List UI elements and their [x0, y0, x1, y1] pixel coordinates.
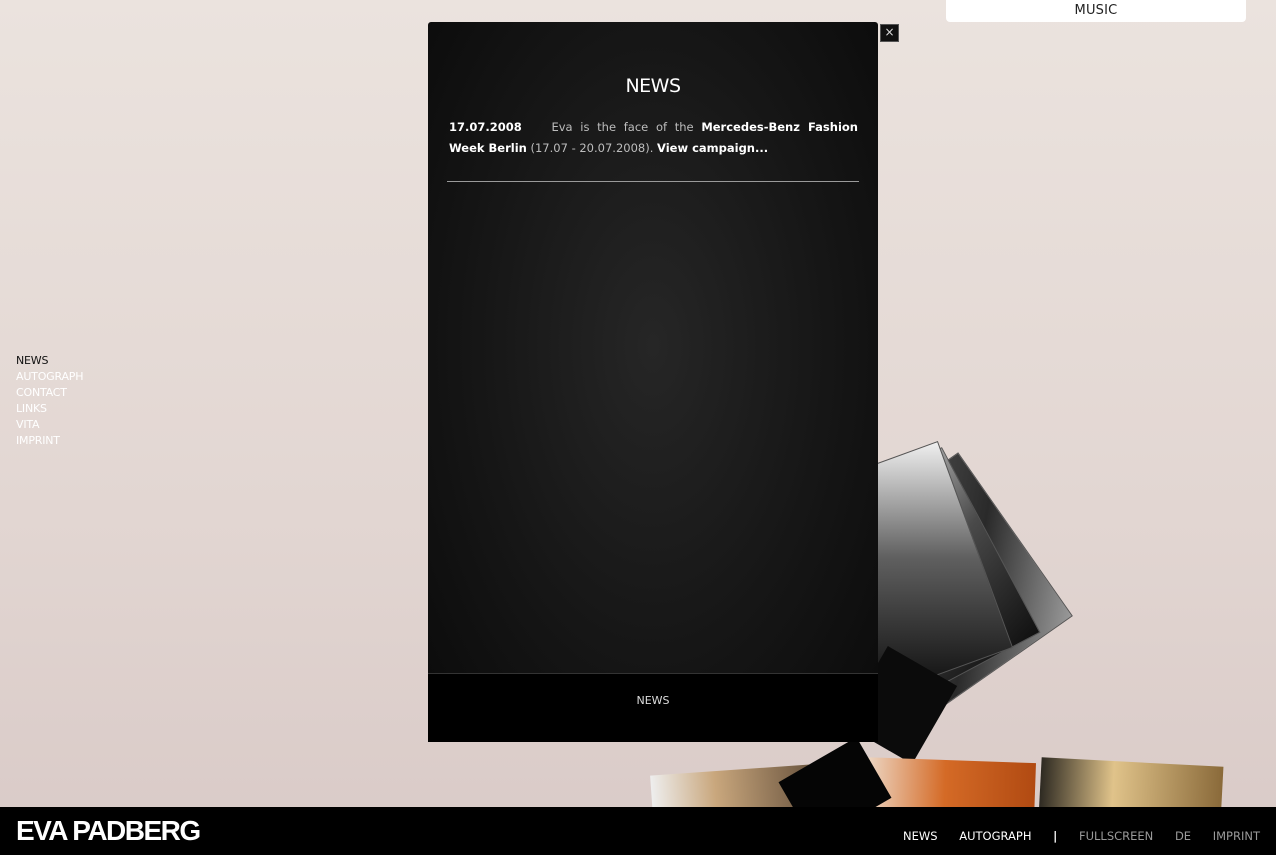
modal-tab-news[interactable]: NEWS — [428, 694, 878, 707]
left-nav-imprint[interactable]: IMPRINT — [16, 433, 83, 449]
modal-footer: NEWS — [428, 673, 878, 742]
bottom-bar: EVA PADBERG NEWS AUTOGRAPH | FULLSCREEN … — [0, 807, 1276, 855]
news-modal: NEWS 17.07.2008 Eva is the face of the M… — [428, 22, 878, 742]
left-nav-autograph[interactable]: AUTOGRAPH — [16, 369, 84, 385]
left-nav-contact[interactable]: CONTACT — [16, 385, 83, 401]
view-campaign-link[interactable]: View campaign... — [657, 141, 768, 155]
news-item: 17.07.2008 Eva is the face of the Merced… — [449, 117, 858, 159]
bottom-nav-fullscreen[interactable]: FULLSCREEN — [1079, 829, 1153, 843]
music-button[interactable]: MUSIC — [946, 0, 1246, 22]
modal-title: NEWS — [625, 75, 681, 97]
close-icon[interactable]: × — [880, 24, 899, 42]
left-nav-vita[interactable]: VITA — [16, 417, 83, 433]
news-text: Eva is the face of the — [551, 120, 694, 134]
bottom-nav-imprint[interactable]: IMPRINT — [1213, 829, 1260, 843]
logo[interactable]: EVA PADBERG — [16, 815, 201, 847]
bottom-nav-autograph[interactable]: AUTOGRAPH — [959, 829, 1031, 843]
bottom-nav-separator: | — [1053, 829, 1058, 843]
divider — [447, 181, 859, 182]
bottom-nav: NEWS AUTOGRAPH | FULLSCREEN DE IMPRINT — [885, 829, 1260, 843]
gallery-thumbnail[interactable] — [1038, 757, 1224, 810]
left-nav-links[interactable]: LINKS — [16, 401, 83, 417]
bottom-nav-language[interactable]: DE — [1175, 829, 1191, 843]
news-text-dates: (17.07 - 20.07.2008). — [530, 141, 654, 155]
left-nav: NEWS AUTOGRAPH CONTACT LINKS VITA IMPRIN… — [16, 353, 84, 449]
bottom-nav-news[interactable]: NEWS — [903, 829, 938, 843]
left-nav-news[interactable]: NEWS — [16, 353, 83, 369]
gallery-thumbnail[interactable] — [778, 737, 892, 810]
news-date: 17.07.2008 — [449, 120, 522, 134]
